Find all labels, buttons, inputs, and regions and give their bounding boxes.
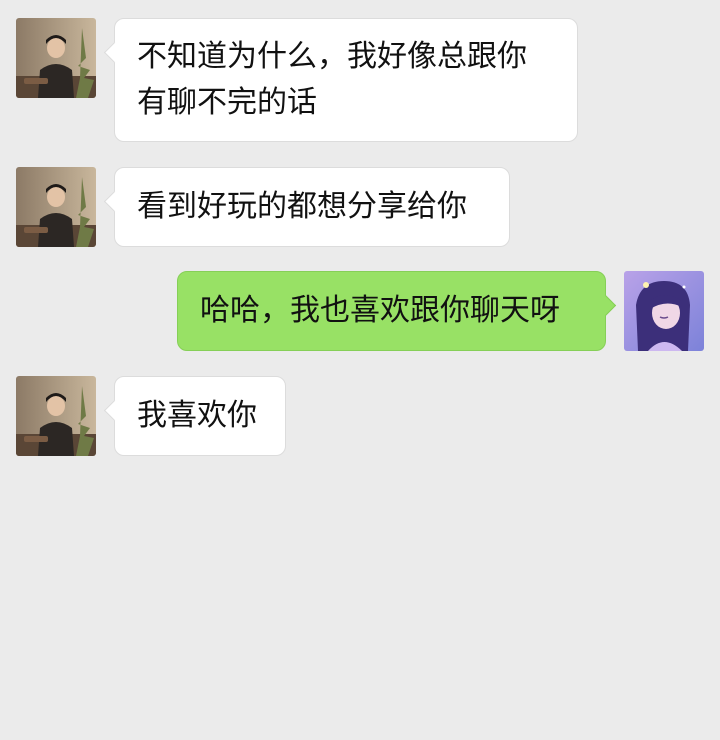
message-bubble-incoming[interactable]: 不知道为什么，我好像总跟你 有聊不完的话 xyxy=(103,18,578,142)
bubble-tail xyxy=(103,190,126,213)
message-text: 看到好玩的都想分享给你 xyxy=(137,189,467,224)
message-text: 不知道为什么，我好像总跟你 有聊不完的话 xyxy=(137,39,527,120)
contact-avatar[interactable] xyxy=(16,376,96,456)
contact-avatar[interactable] xyxy=(16,18,96,98)
user-avatar[interactable] xyxy=(624,271,704,351)
message-text: 我喜欢你 xyxy=(137,398,257,433)
chat-message-list[interactable]: 不知道为什么，我好像总跟你 有聊不完的话 看到好玩的都想分享给你 哈哈，我也喜欢… xyxy=(0,0,720,740)
message-bubble-incoming[interactable]: 我喜欢你 xyxy=(103,376,286,456)
message-text: 哈哈，我也喜欢跟你聊天呀 xyxy=(200,293,560,328)
bubble-tail xyxy=(103,399,126,422)
bubble-tail xyxy=(103,41,126,64)
contact-avatar[interactable] xyxy=(16,167,96,247)
message-bubble-outgoing[interactable]: 哈哈，我也喜欢跟你聊天呀 xyxy=(177,271,617,351)
message-bubble-incoming[interactable]: 看到好玩的都想分享给你 xyxy=(103,167,510,247)
bubble-tail xyxy=(594,294,617,317)
